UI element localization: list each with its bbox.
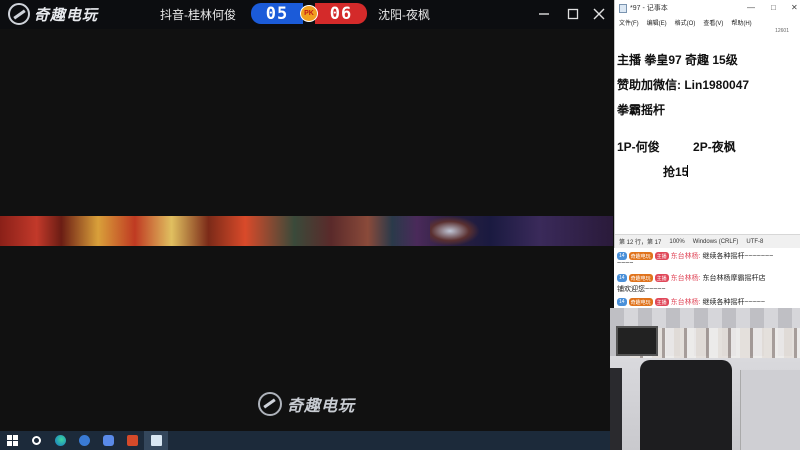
text-line: 抢15 [663, 165, 689, 179]
pk-badge: PK [300, 5, 318, 22]
cursor-position: 第 12 行，第 17 [619, 240, 662, 246]
notepad-close-button[interactable]: ✕ [791, 3, 798, 12]
close-icon [593, 8, 605, 20]
watermark-text: 奇趣电玩 [287, 398, 356, 415]
start-button[interactable] [0, 431, 24, 450]
chat-username[interactable]: 东台林杨: [671, 251, 701, 261]
menu-help[interactable]: 帮助(H) [731, 18, 751, 27]
taskbar-app-1[interactable] [72, 431, 96, 450]
host-badge: 主播 [654, 274, 669, 282]
chat-text: 继续各种摇杆~~~~~ [702, 299, 765, 306]
notepad-title-bar: *97 - 记事本 — □ ✕ [615, 0, 800, 16]
app-icon [78, 435, 90, 446]
game-video-strip [0, 216, 613, 246]
chat-text-continuation: 铺欢迎您~~~~~ [617, 286, 666, 293]
notepad-maximize-button[interactable]: □ [771, 3, 776, 12]
close-button[interactable] [589, 4, 609, 24]
game-character [430, 216, 480, 246]
text-caret [687, 165, 688, 177]
chat-username[interactable]: 东台林杨: [671, 297, 701, 307]
score-right: 06 [315, 3, 367, 24]
fan-badge: 奇趣电玩 [628, 252, 653, 260]
line-ending: Windows (CRLF) [692, 238, 739, 245]
app-icon [126, 435, 138, 446]
menu-edit[interactable]: 编辑(E) [647, 18, 667, 27]
title-bar: 奇趣电玩 抖音-桂林何俊 05 PK 06 沈阳-夜枫 [0, 0, 613, 29]
app-icon [102, 435, 114, 446]
player2-name: 沈阳-夜枫 [378, 8, 430, 22]
minimize-icon [539, 13, 549, 15]
brand: 奇趣电玩 [8, 3, 98, 25]
text-line: 1P-何俊 2P-夜枫 [617, 140, 736, 154]
taskbar-notepad[interactable] [144, 431, 168, 450]
menu-view[interactable]: 查看(V) [703, 18, 723, 27]
host-badge: 主播 [654, 298, 669, 306]
search-icon [31, 436, 41, 445]
chat-text: 继续各种摇杆~~~~~~~ [702, 253, 774, 260]
chat-message: 14 奇趣电玩 主播 东台林杨: 继续各种摇杆~~~~~~~ [617, 251, 773, 261]
fan-badge: 奇趣电玩 [628, 298, 653, 306]
chat-text: 东台林杨摩霸摇杆店 [702, 275, 766, 282]
level-badge: 14 [617, 252, 627, 260]
maximize-button[interactable] [563, 4, 583, 24]
notepad-corner-text: 12601 [775, 28, 789, 34]
notepad-menu-bar: 文件(F) 编辑(E) 格式(O) 查看(V) 帮助(H) [615, 16, 800, 28]
text-line: 主播 拳皇97 奇趣 15级 [617, 53, 738, 67]
chat-message: 14 奇趣电玩 主播 东台林杨: 继续各种摇杆~~~~~ [617, 297, 765, 307]
notepad-icon [150, 435, 162, 446]
chat-username[interactable]: 东台林杨: [671, 273, 701, 283]
brand-logo-icon [8, 3, 30, 25]
chat-message: 14 奇趣电玩 主播 东台林杨: 东台林杨摩霸摇杆店 [617, 273, 766, 283]
scoreboard: 05 PK 06 [251, 3, 367, 24]
live-chat-panel: 14 奇趣电玩 主播 东台林杨: 继续各种摇杆~~~~~~~ ~~~~ 14 奇… [614, 248, 800, 308]
stream-main-window: 奇趣电玩 抖音-桂林何俊 05 PK 06 沈阳-夜枫 奇趣电玩 [0, 0, 613, 431]
brand-logo-icon [258, 392, 282, 416]
taskbar [0, 431, 610, 450]
notepad-status-bar: 第 12 行，第 17 100% Windows (CRLF) UTF-8 [615, 234, 800, 248]
windows-start-icon [6, 435, 18, 446]
minimize-button[interactable] [534, 4, 554, 24]
search-button[interactable] [24, 431, 48, 450]
menu-format[interactable]: 格式(O) [675, 18, 696, 27]
zoom-level: 100% [669, 238, 685, 245]
edge-icon [54, 435, 66, 446]
notepad-window: *97 - 记事本 — □ ✕ 文件(F) 编辑(E) 格式(O) 查看(V) … [614, 0, 800, 248]
score-left: 05 [251, 3, 303, 24]
chat-text-continuation: ~~~~ [617, 260, 634, 267]
watermark-logo: 奇趣电玩 [258, 392, 355, 416]
edge-button[interactable] [48, 431, 72, 450]
taskbar-app-2[interactable] [96, 431, 120, 450]
webcam-chair [640, 360, 732, 450]
brand-name: 奇趣电玩 [34, 6, 99, 24]
encoding: UTF-8 [746, 238, 764, 245]
text-line: 拳霸摇杆 [617, 103, 666, 117]
webcam-stand [610, 368, 622, 450]
webcam-monitor [616, 326, 658, 356]
taskbar-app-3[interactable] [120, 431, 144, 450]
notepad-title: *97 - 记事本 [630, 5, 668, 12]
level-badge: 14 [617, 298, 627, 306]
notepad-minimize-button[interactable]: — [747, 3, 755, 12]
fan-badge: 奇趣电玩 [628, 274, 653, 282]
webcam-feed [610, 308, 800, 450]
webcam-cabinet [740, 370, 800, 450]
level-badge: 14 [617, 274, 627, 282]
player1-name: 抖音-桂林何俊 [160, 8, 236, 22]
text-line: 赞助加微信: Lin1980047 [617, 78, 750, 92]
menu-file[interactable]: 文件(F) [619, 18, 639, 27]
maximize-icon [567, 8, 579, 20]
host-badge: 主播 [654, 252, 669, 260]
notepad-icon [619, 3, 627, 13]
notepad-text-area[interactable]: 12601 主播 拳皇97 奇趣 15级 赞助加微信: Lin1980047 拳… [615, 28, 800, 234]
